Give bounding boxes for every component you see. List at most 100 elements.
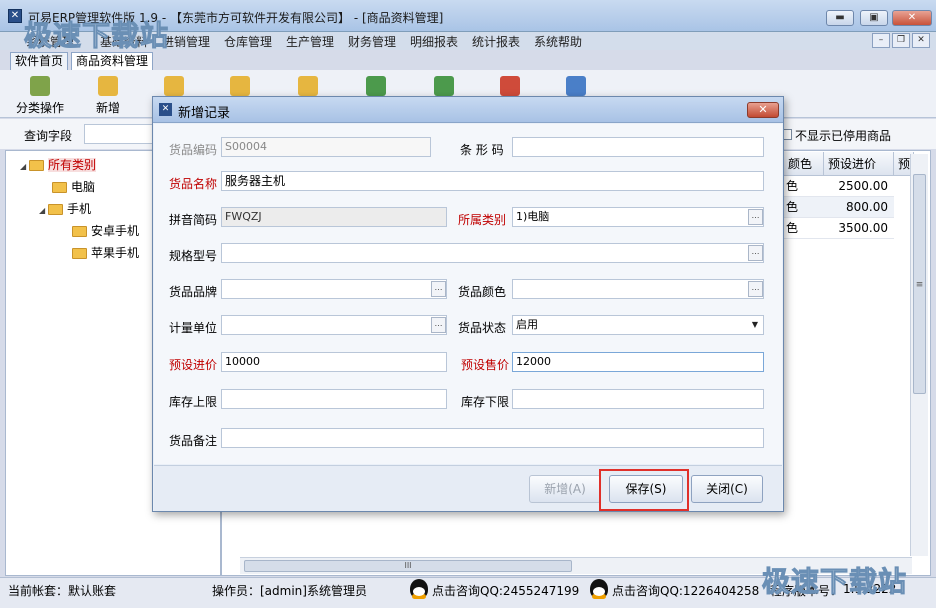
dialog-form: 货品编码 S00004 条 形 码 货品名称 服务器主机 拼音简码 FWQZJ … [154,124,782,464]
spec-browse-button[interactable]: … [748,245,763,261]
menu-stat-reports[interactable]: 统计报表 [472,33,520,50]
add-record-dialog: ✕ 新增记录 ✕ 货品编码 S00004 条 形 码 货品名称 服务器主机 拼音… [152,96,784,512]
column-header-color[interactable]: 颜色 [784,152,824,176]
cost-price-label: 预设进价 [169,358,218,372]
cost-price-field[interactable]: 10000 [221,352,447,372]
menu-finance[interactable]: 财务管理 [348,33,396,50]
tree-node-android[interactable]: 安卓手机 [72,220,139,242]
dialog-app-icon: ✕ [159,103,172,116]
stock-min-label: 库存下限 [461,395,510,409]
table-cell[interactable]: 色 [784,218,824,239]
qq-icon[interactable] [590,579,608,599]
menu-detail-reports[interactable]: 明细报表 [410,33,458,50]
column-header-cost[interactable]: 预设进价 [824,152,894,176]
pinyin-label: 拼音简码 [169,213,218,227]
status-operator: 操作员：[admin]系统管理员 [212,584,367,598]
goods-name-label: 货品名称 [169,177,218,191]
menu-purchase-sales[interactable]: 进销管理 [162,33,210,50]
sale-price-field[interactable]: 12000 [512,352,764,372]
delete-icon[interactable] [230,76,250,96]
table-cell[interactable]: 色 [784,197,824,218]
database-icon[interactable] [164,76,184,96]
close-window-button[interactable]: ✕ [892,10,932,26]
close-button[interactable]: 关闭(C) [691,475,763,503]
unit-label: 计量单位 [169,321,218,335]
color-browse-button[interactable]: … [748,281,763,297]
color-field[interactable] [512,279,764,299]
add-icon [98,76,118,96]
app-icon: ✕ [8,9,22,23]
dialog-close-button[interactable]: ✕ [747,102,779,118]
mdi-minimize-button[interactable]: – [872,33,890,48]
minimize-button[interactable]: ▬ [826,10,854,26]
folder-icon [72,226,87,237]
mdi-close-button[interactable]: ✕ [912,33,930,48]
unit-field[interactable] [221,315,447,335]
code-label: 货品编码 [169,143,218,157]
table-cell[interactable]: 3500.00 [824,218,894,239]
note-field[interactable] [221,428,764,448]
add-button[interactable]: 新增 [96,99,120,116]
category-icon [30,76,50,96]
folder-icon [29,160,44,171]
tree-node-computer[interactable]: 电脑 [52,176,95,198]
barcode-label: 条 形 码 [460,143,504,157]
brand-browse-button[interactable]: … [431,281,446,297]
table-cell[interactable]: 色 [784,176,824,197]
category-browse-button[interactable]: … [748,209,763,225]
status-label: 货品状态 [458,321,507,335]
mdi-restore-button[interactable]: ❐ [892,33,910,48]
watermark-logo: 极速下载站 [761,565,908,599]
menu-help[interactable]: 系统帮助 [534,33,582,50]
category-op-button[interactable]: 分类操作 [16,99,64,116]
unit-browse-button[interactable]: … [431,317,446,333]
spec-label: 规格型号 [169,249,218,263]
menu-warehouse[interactable]: 仓库管理 [224,33,272,50]
category-field[interactable]: 1)电脑 [512,207,764,227]
tree-node-phone[interactable]: ◢ 手机 [39,198,91,220]
tree-node-apple[interactable]: 苹果手机 [72,242,139,264]
qq-icon[interactable] [410,579,428,599]
vscroll-thumb[interactable]: ≡ [913,174,926,394]
qq-consult-link-1[interactable]: 点击咨询QQ:2455247199 [432,582,579,599]
folder-icon [72,248,87,259]
chevron-down-icon[interactable]: ▼ [748,317,762,333]
folder-icon [48,204,63,215]
table-cell[interactable]: 2500.00 [824,176,894,197]
stock-max-field[interactable] [221,389,447,409]
color-label: 货品颜色 [458,285,507,299]
excel-import-icon[interactable] [366,76,386,96]
grid-settings-icon[interactable] [566,76,586,96]
table-cell[interactable]: 800.00 [824,197,894,218]
tree-node-root[interactable]: ◢ 所有类别 [20,154,97,178]
stock-min-field[interactable] [512,389,764,409]
barcode-field[interactable] [512,137,764,157]
tab-goods-management[interactable]: 商品资料管理 [71,52,154,70]
hscroll-thumb[interactable]: III [244,560,572,572]
excel-export-icon[interactable] [434,76,454,96]
menu-production[interactable]: 生产管理 [286,33,334,50]
stock-max-label: 库存上限 [169,395,218,409]
spec-field[interactable] [221,243,764,263]
code-field[interactable]: S00004 [221,137,431,157]
status-select[interactable]: 启用 [512,315,764,335]
note-label: 货品备注 [169,434,218,448]
sale-price-label: 预设售价 [461,358,510,372]
print-icon[interactable] [500,76,520,96]
goods-name-field[interactable]: 服务器主机 [221,171,764,191]
watermark-logo: 极速下载站 [23,19,170,53]
search-field-label: 查询字段 [24,129,73,143]
add-new-button[interactable]: 新增(A) [529,475,601,503]
edit-icon[interactable] [298,76,318,96]
hide-disabled-label: 不显示已停用商品 [795,129,892,143]
vertical-scrollbar[interactable]: ≡ [910,154,928,556]
brand-label: 货品品牌 [169,285,218,299]
tab-home[interactable]: 软件首页 [10,52,69,70]
maximize-button[interactable]: ▣ [860,10,888,26]
collapse-icon[interactable]: ◢ [20,156,29,178]
collapse-icon[interactable]: ◢ [39,200,48,222]
dialog-titlebar: ✕ 新增记录 ✕ [153,97,783,123]
brand-field[interactable] [221,279,447,299]
pinyin-field[interactable]: FWQZJ [221,207,447,227]
qq-consult-link-2[interactable]: 点击咨询QQ:1226404258 [612,582,759,599]
